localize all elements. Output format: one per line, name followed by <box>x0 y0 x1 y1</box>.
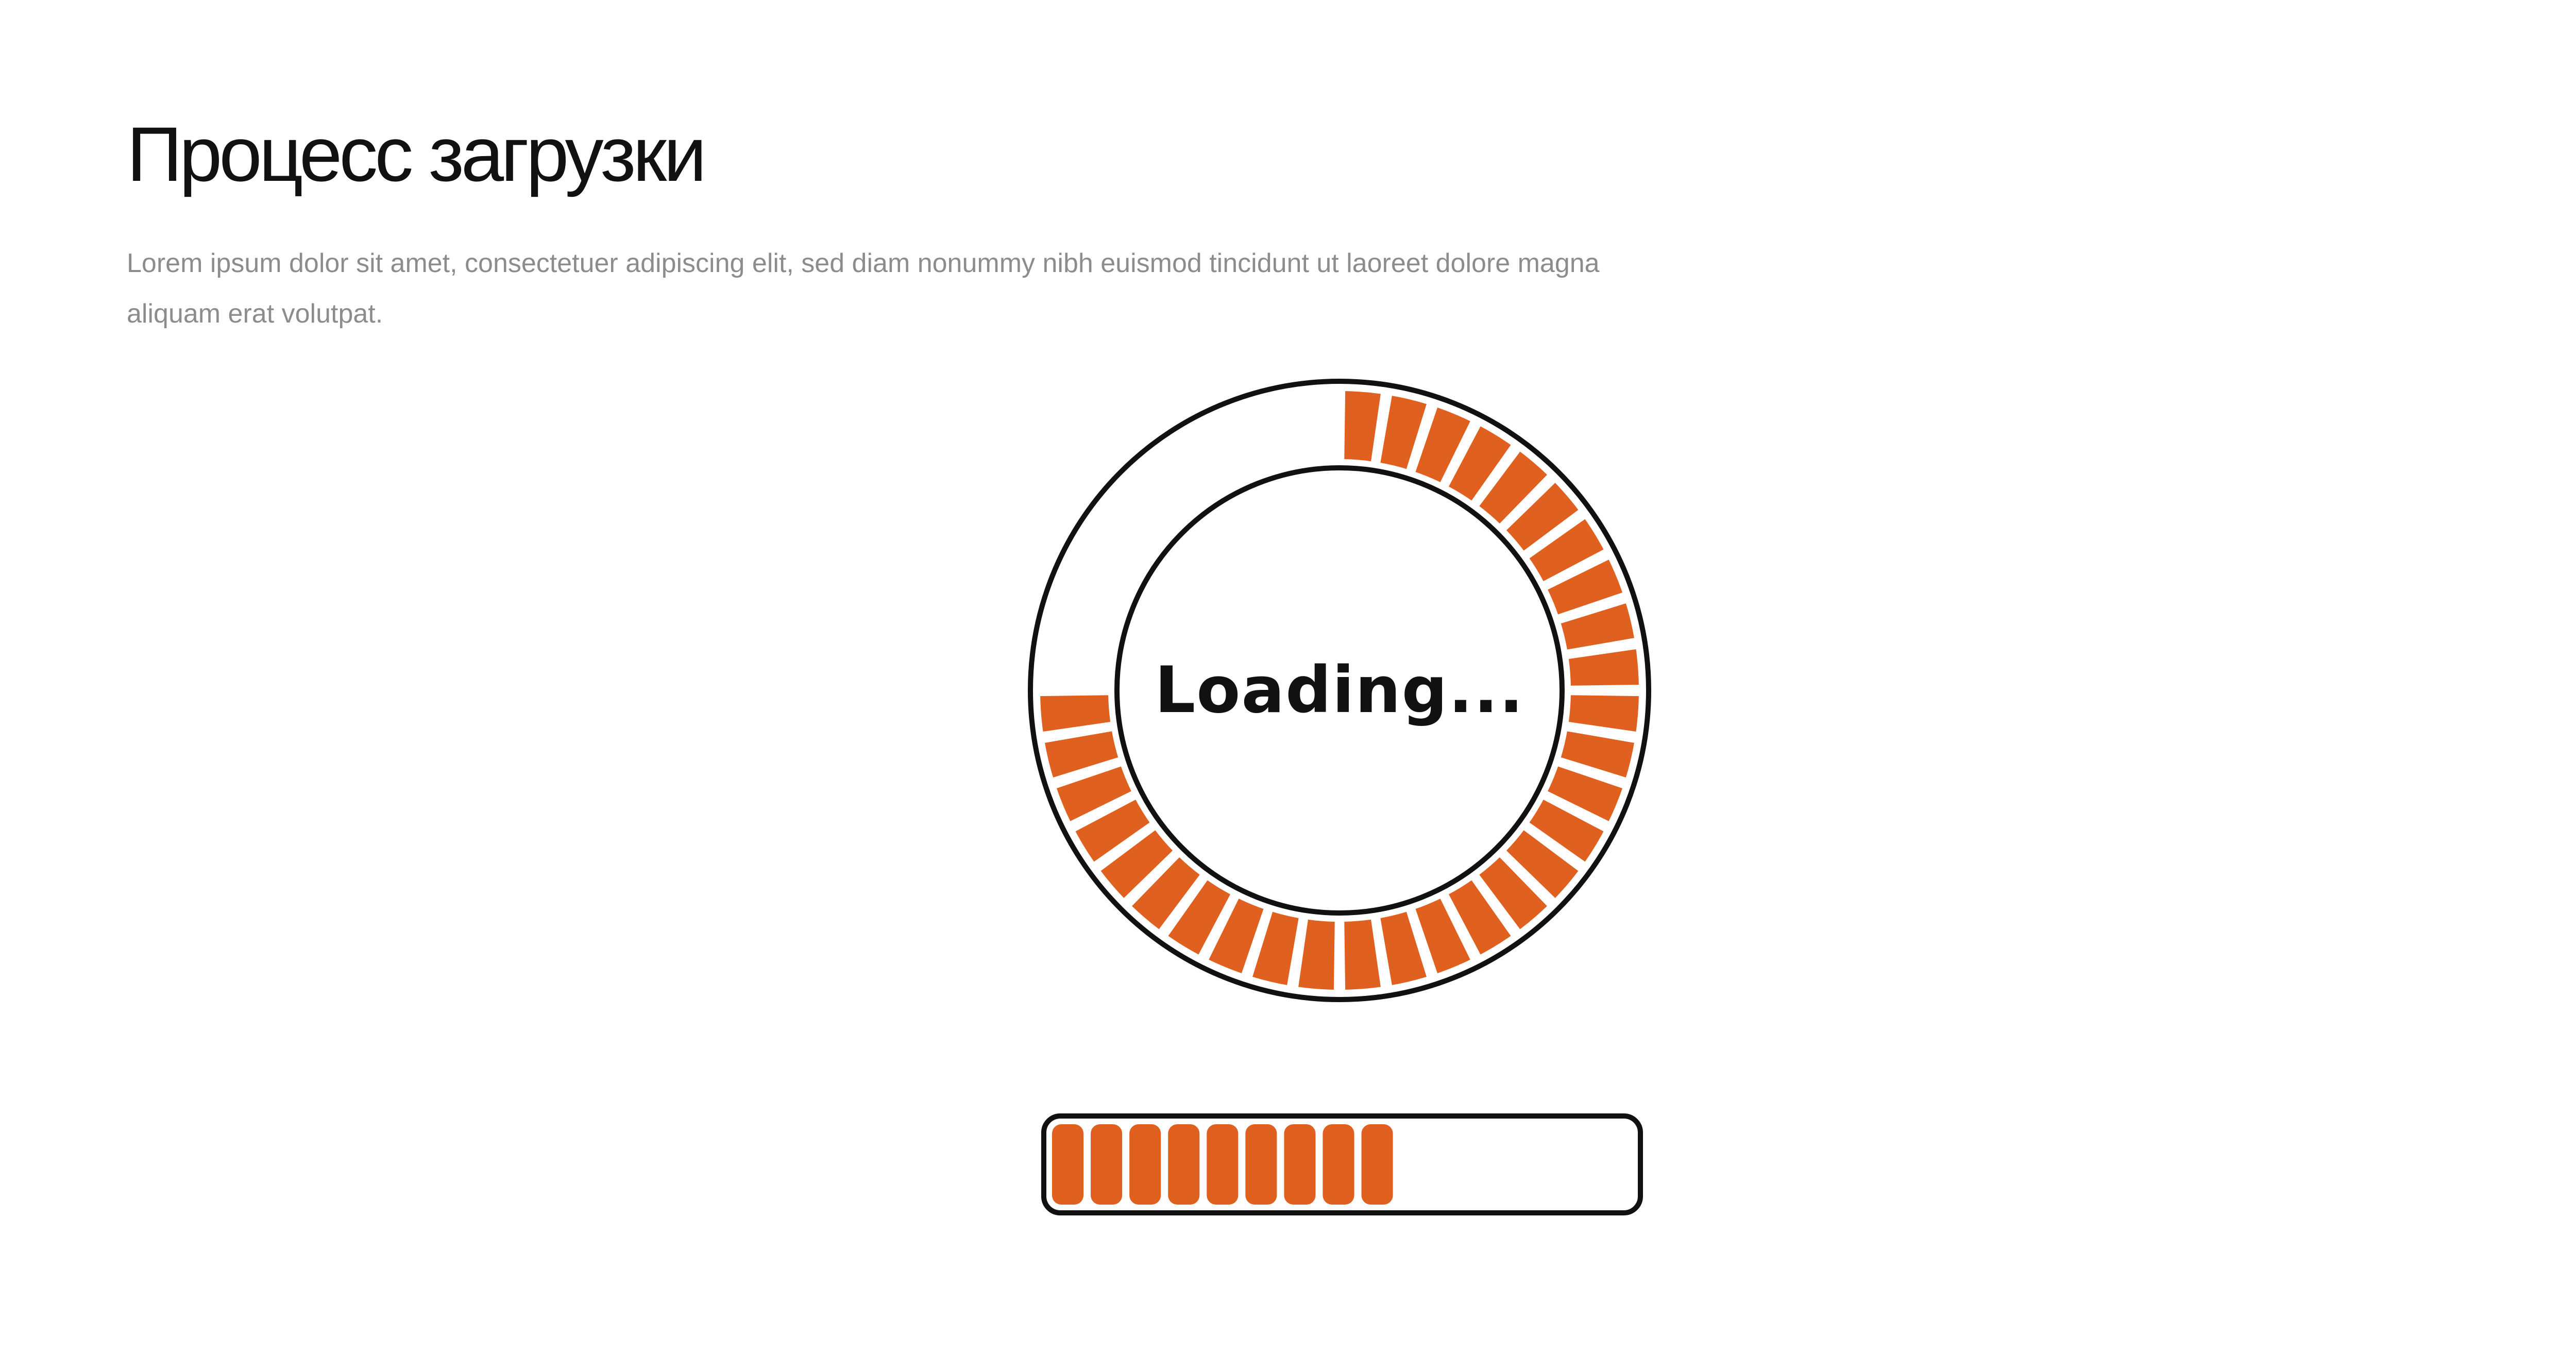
ring-segment <box>1295 916 1338 993</box>
page-title: Процесс загрузки <box>127 111 707 197</box>
bar-segments <box>1052 1124 1393 1205</box>
bar-segment <box>1207 1124 1239 1205</box>
ring-segment <box>1037 692 1114 735</box>
ring-segment <box>1341 388 1384 465</box>
ring-segment <box>1565 646 1642 689</box>
bar-segment <box>1323 1124 1354 1205</box>
bar-segment <box>1361 1124 1393 1205</box>
ring-segment <box>1341 916 1384 993</box>
bar-segment <box>1168 1124 1200 1205</box>
circular-progress-indicator: Loading... <box>1028 379 1651 1002</box>
page-description: Lorem ipsum dolor sit amet, consectetuer… <box>127 248 1600 329</box>
bar-segment <box>1245 1124 1277 1205</box>
bar-segment <box>1091 1124 1123 1205</box>
bar-segment <box>1052 1124 1084 1205</box>
linear-progress-bar <box>1041 1113 1643 1215</box>
ring-segment <box>1565 692 1642 735</box>
bar-segment <box>1129 1124 1161 1205</box>
loading-label: Loading... <box>1155 653 1524 728</box>
bar-segment <box>1284 1124 1316 1205</box>
